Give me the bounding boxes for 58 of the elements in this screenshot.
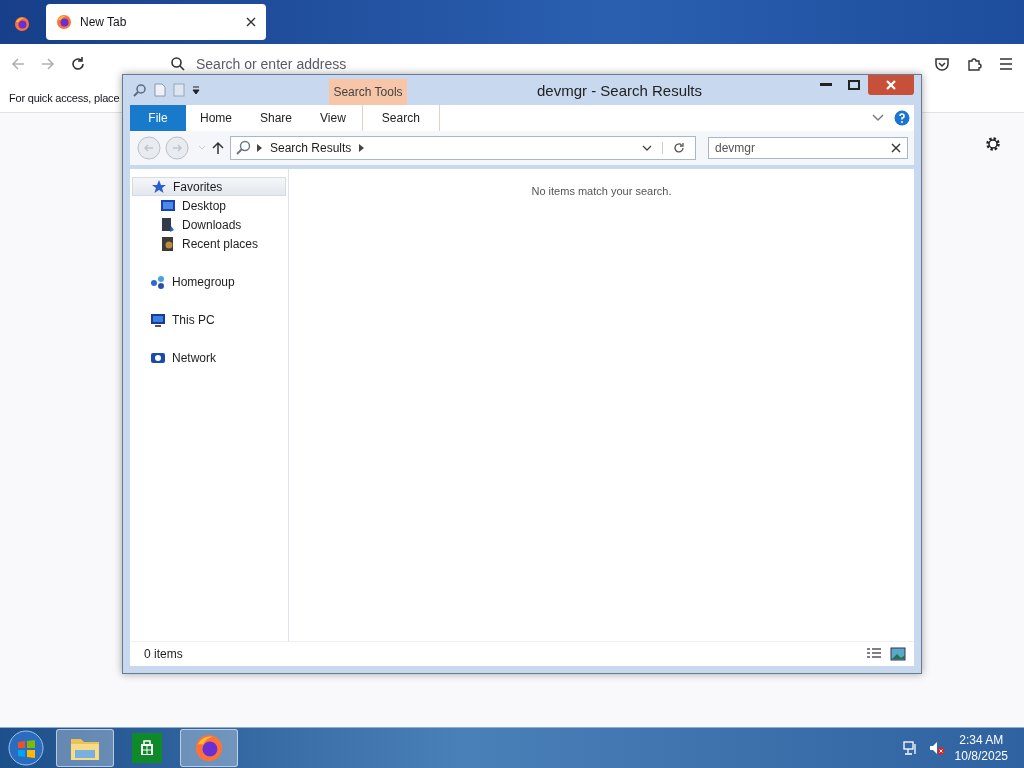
maximize-icon	[848, 80, 860, 90]
homegroup-icon	[150, 273, 166, 290]
ribbon-tab[interactable]: Home	[186, 105, 246, 131]
star-icon	[151, 178, 167, 195]
browser-tab[interactable]: New Tab	[46, 4, 266, 40]
shopping-bag-icon	[132, 733, 162, 763]
chevron-icon[interactable]	[359, 144, 365, 152]
chevron-icon[interactable]	[257, 144, 262, 152]
empty-message: No items match your search.	[531, 185, 672, 197]
chevron-icon[interactable]	[872, 114, 884, 122]
nav-item[interactable]: Network	[132, 348, 286, 367]
menu-icon[interactable]	[998, 56, 1014, 72]
close-icon[interactable]	[246, 17, 256, 27]
network-icon[interactable]	[902, 740, 919, 756]
item-count: 0 items	[144, 647, 183, 661]
downloads-icon	[160, 216, 176, 233]
bookmarks-hint: For quick access, place	[9, 92, 120, 104]
search-icon	[170, 55, 186, 72]
nav-item[interactable]: Downloads	[132, 215, 286, 234]
ribbon-tab[interactable]: Share	[246, 105, 307, 131]
start-button[interactable]	[8, 730, 44, 766]
clear-icon[interactable]	[891, 143, 901, 153]
clock-time[interactable]: 2:34 AM	[959, 732, 1004, 748]
nav-item[interactable]: Recent places	[132, 234, 286, 253]
nav-item[interactable]: Desktop	[132, 196, 286, 215]
search-icon[interactable]	[133, 83, 147, 97]
details-view-icon[interactable]	[866, 647, 882, 661]
help-icon[interactable]	[894, 110, 910, 126]
up-arrow-icon[interactable]	[212, 141, 224, 155]
address-bar[interactable]: Search Results	[230, 136, 696, 160]
pocket-icon[interactable]	[934, 56, 950, 72]
nav-item[interactable]: Favorites	[132, 177, 286, 196]
nav-item[interactable]: Homegroup	[132, 272, 286, 291]
minimize-icon	[820, 83, 832, 87]
contextual-tab-group: Search Tools	[329, 79, 407, 105]
firefox-icon	[56, 14, 72, 30]
monitor-icon	[150, 311, 166, 328]
address-placeholder: Search or enter address	[196, 55, 347, 72]
search-field[interactable]: devmgr	[708, 137, 908, 159]
desktop-icon	[160, 197, 176, 214]
file-menu-button[interactable]: File	[130, 105, 186, 131]
muted-speaker-icon[interactable]	[928, 740, 945, 756]
dropdown-icon[interactable]	[191, 85, 201, 95]
close-button[interactable]	[868, 75, 914, 95]
puzzle-icon[interactable]	[966, 56, 982, 72]
ribbon-tab[interactable]: View	[306, 105, 360, 131]
taskbar-button[interactable]	[180, 729, 238, 767]
clock-date[interactable]: 10/8/2025	[954, 748, 1008, 764]
reload-icon[interactable]	[70, 56, 86, 72]
settings-icon[interactable]	[984, 135, 1002, 153]
firefox-icon	[14, 16, 30, 32]
firefox-icon	[194, 733, 224, 763]
thumbnail-view-icon[interactable]	[890, 647, 906, 661]
nav-item[interactable]: This PC	[132, 310, 286, 329]
breadcrumb-item[interactable]: Search Results	[270, 141, 352, 155]
window-title: devmgr - Search Results	[535, 81, 704, 99]
close-icon	[885, 80, 897, 90]
search-icon	[235, 140, 251, 156]
